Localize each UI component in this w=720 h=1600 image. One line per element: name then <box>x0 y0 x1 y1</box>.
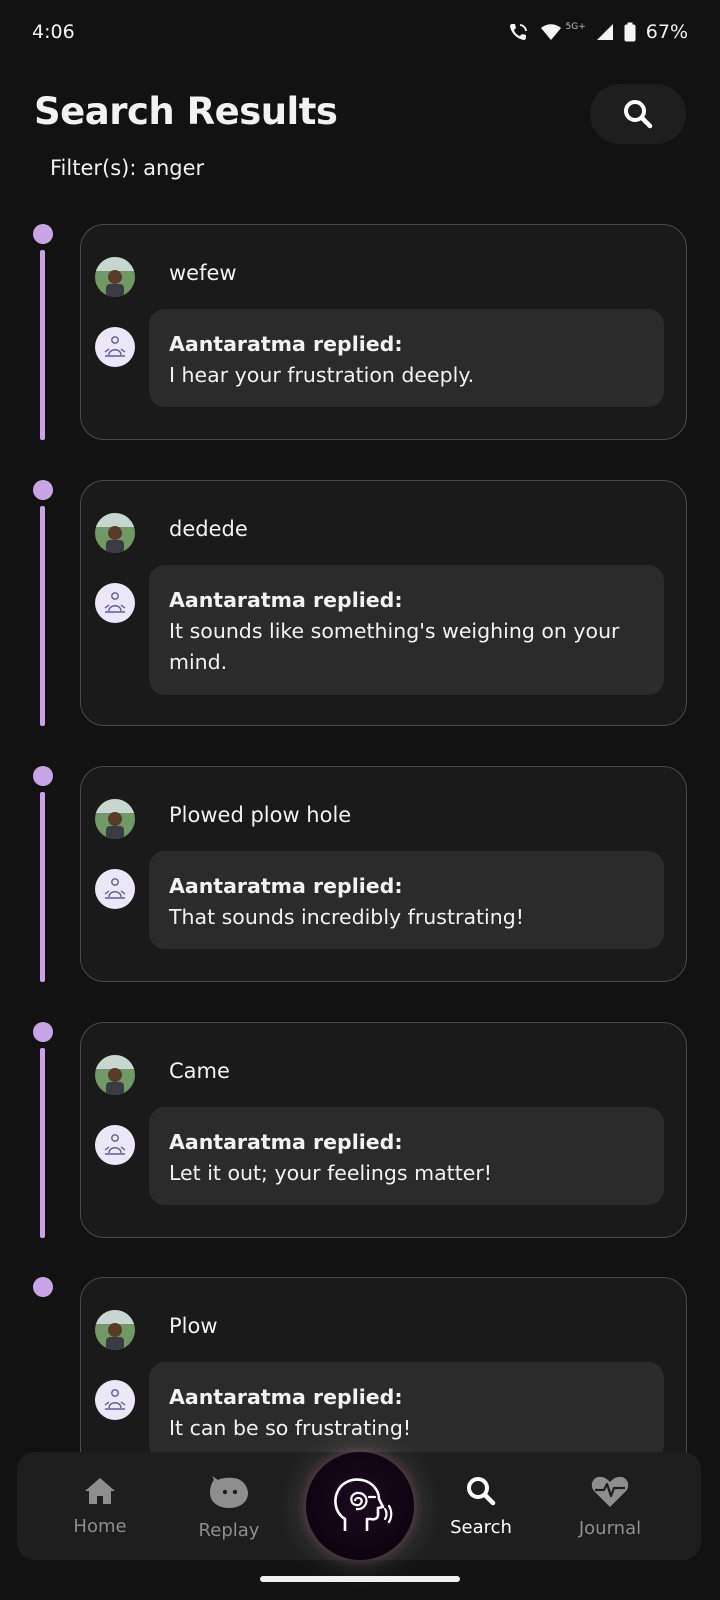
user-avatar <box>95 1310 135 1350</box>
battery-level: 67% <box>645 21 688 43</box>
result-card[interactable]: dedede Aantaratma replied: It sounds lik… <box>80 480 687 726</box>
nav-journal[interactable]: Journal <box>550 1452 670 1560</box>
home-icon <box>85 1477 115 1504</box>
reply-text: It can be so frustrating! <box>169 1416 412 1440</box>
user-avatar <box>95 799 135 839</box>
page-title: Search Results <box>34 90 338 133</box>
search-icon <box>624 100 653 129</box>
user-avatar <box>95 257 135 297</box>
reply-bubble: Aantaratma replied: Let it out; your fee… <box>149 1107 664 1205</box>
user-message: Plow <box>169 1314 218 1338</box>
meditation-icon <box>104 336 126 357</box>
reply-bubble: Aantaratma replied: It can be so frustra… <box>149 1362 664 1460</box>
reply-text: That sounds incredibly frustrating! <box>169 905 524 929</box>
home-indicator[interactable] <box>260 1576 460 1582</box>
replay-face-icon <box>210 1475 248 1508</box>
user-avatar <box>95 1055 135 1095</box>
result-card[interactable]: wefew Aantaratma replied: I hear your fr… <box>80 224 687 440</box>
voice-assistant-button[interactable] <box>306 1452 414 1560</box>
timeline-dot <box>33 766 53 786</box>
wifi-icon <box>540 24 561 40</box>
heartbeat-icon <box>591 1476 629 1507</box>
search-button[interactable] <box>590 84 686 144</box>
meditation-icon <box>104 1134 126 1155</box>
meditation-icon <box>104 592 126 613</box>
timeline-line <box>40 250 45 440</box>
battery-icon <box>624 22 636 42</box>
timeline-dot <box>33 1277 53 1297</box>
user-avatar <box>95 513 135 553</box>
reply-label: Aantaratma replied: <box>169 1385 403 1409</box>
search-icon <box>467 1476 496 1505</box>
result-card[interactable]: Plowed plow hole Aantaratma replied: Tha… <box>80 766 687 982</box>
reply-label: Aantaratma replied: <box>169 332 403 356</box>
reply-label: Aantaratma replied: <box>169 874 403 898</box>
timeline-dot <box>33 1022 53 1042</box>
timeline-dot <box>33 480 53 500</box>
status-icons: 5G+ 67% <box>508 21 688 43</box>
reply-bubble: Aantaratma replied: It sounds like somet… <box>149 565 664 695</box>
nav-journal-label: Journal <box>578 1517 642 1539</box>
bot-avatar <box>95 869 135 909</box>
user-message: Plowed plow hole <box>169 803 352 827</box>
filter-label: Filter(s): anger <box>50 156 205 180</box>
status-time: 4:06 <box>32 21 75 43</box>
meditation-icon <box>104 878 126 899</box>
meditation-icon <box>104 1389 126 1410</box>
bot-avatar <box>95 1380 135 1420</box>
nav-search-label: Search <box>450 1516 512 1538</box>
reply-text: I hear your frustration deeply. <box>169 363 475 387</box>
network-type: 5G+ <box>565 22 586 32</box>
bot-avatar <box>95 1125 135 1165</box>
timeline-line <box>40 792 45 982</box>
bot-avatar <box>95 327 135 367</box>
result-card[interactable]: Came Aantaratma replied: Let it out; you… <box>80 1022 687 1238</box>
status-bar: 4:06 5G+ 67% <box>0 0 720 64</box>
timeline-line <box>40 1048 45 1238</box>
nav-search[interactable]: Search <box>421 1452 541 1560</box>
nav-home-label: Home <box>73 1515 127 1537</box>
timeline-line <box>40 506 45 726</box>
nav-home[interactable]: Home <box>40 1452 160 1560</box>
wifi-call-icon <box>509 24 527 40</box>
user-message: dedede <box>169 517 248 541</box>
head-spiral-icon <box>334 1478 393 1531</box>
bot-avatar <box>95 583 135 623</box>
user-message: wefew <box>169 261 237 285</box>
reply-text: It sounds like something's weighing on y… <box>169 619 620 674</box>
nav-replay[interactable]: Replay <box>169 1452 289 1560</box>
reply-label: Aantaratma replied: <box>169 1130 403 1154</box>
timeline-dot <box>33 224 53 244</box>
reply-text: Let it out; your feelings matter! <box>169 1161 492 1185</box>
signal-icon <box>596 24 613 40</box>
reply-bubble: Aantaratma replied: I hear your frustrat… <box>149 309 664 407</box>
reply-label: Aantaratma replied: <box>169 588 403 612</box>
reply-bubble: Aantaratma replied: That sounds incredib… <box>149 851 664 949</box>
nav-replay-label: Replay <box>198 1519 260 1541</box>
user-message: Came <box>169 1059 230 1083</box>
